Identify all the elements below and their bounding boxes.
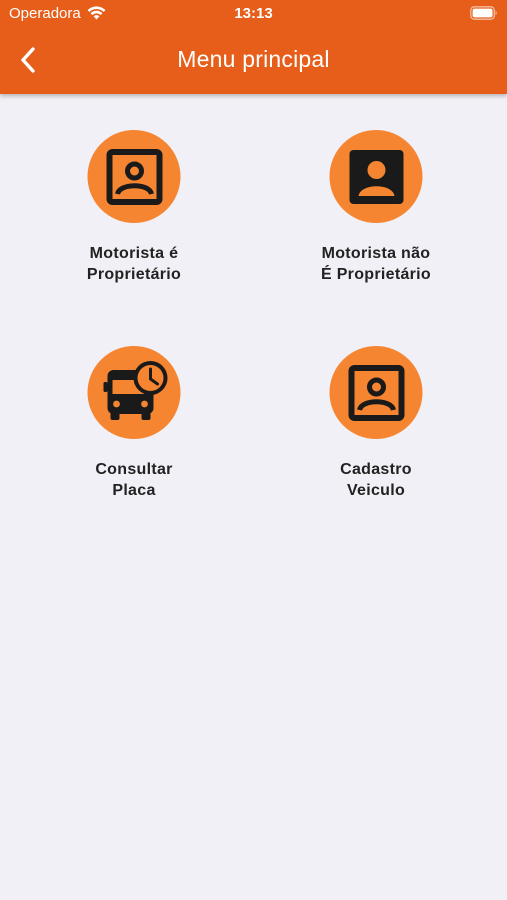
icon-circle bbox=[329, 130, 423, 223]
battery-icon bbox=[470, 6, 497, 20]
page-title: Menu principal bbox=[177, 46, 330, 72]
clock: 13:13 bbox=[234, 5, 273, 22]
header: Operadora 13:13 Menu principal bbox=[0, 0, 507, 94]
portrait-icon bbox=[348, 364, 404, 421]
menu-item-label: Cadastro Veiculo bbox=[340, 461, 412, 499]
account-box-icon bbox=[349, 149, 403, 204]
icon-circle bbox=[87, 346, 181, 439]
bus-clock-icon bbox=[103, 360, 167, 420]
icon-circle bbox=[87, 130, 181, 223]
screen: Operadora 13:13 Menu principal Motorista… bbox=[0, 0, 507, 900]
nav-bar: Menu principal bbox=[0, 28, 507, 94]
menu-item-cadastro-veiculo[interactable]: Cadastro Veiculo bbox=[276, 346, 476, 526]
menu-item-label: Consultar Placa bbox=[95, 461, 173, 499]
menu-item-label: Motorista não É Proprietário bbox=[320, 245, 431, 283]
menu-item-consultar-placa[interactable]: Consultar Placa bbox=[34, 346, 234, 526]
icon-circle bbox=[329, 346, 423, 439]
portrait-icon bbox=[106, 148, 162, 205]
menu-item-label: Motorista é Proprietário bbox=[86, 245, 182, 283]
menu-item-motorista-nao-proprietario[interactable]: Motorista não É Proprietário bbox=[276, 130, 476, 310]
status-bar: Operadora 13:13 bbox=[0, 0, 507, 28]
menu-item-motorista-proprietario[interactable]: Motorista é Proprietário bbox=[34, 130, 234, 310]
